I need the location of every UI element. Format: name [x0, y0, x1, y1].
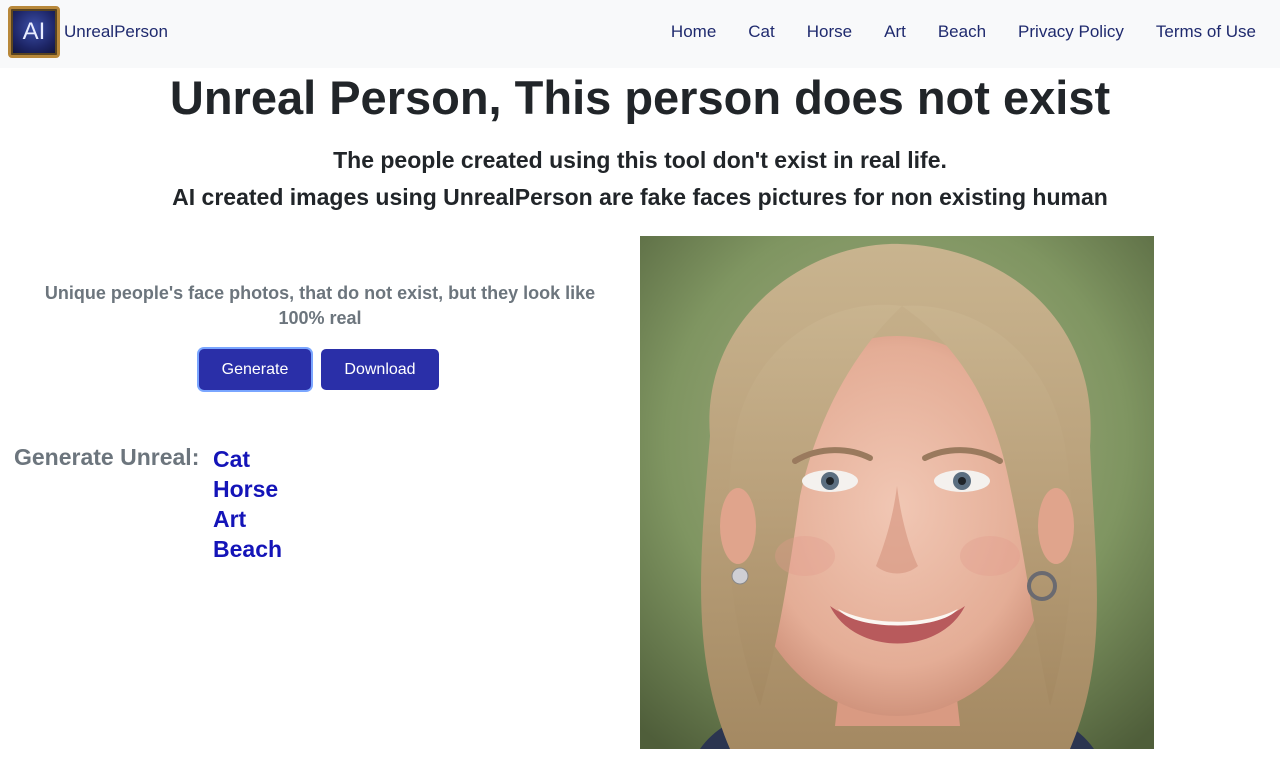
nav-link-privacy-policy[interactable]: Privacy Policy [1002, 22, 1140, 42]
navbar: AI UnrealPerson Home Cat Horse Art Beach… [0, 0, 1280, 68]
face-illustration [640, 236, 1154, 749]
generated-face-image[interactable] [640, 236, 1154, 749]
ai-logo-icon: AI [8, 6, 60, 58]
generate-unreal-links: Cat Horse Art Beach [213, 444, 282, 564]
generate-link-cat[interactable]: Cat [213, 444, 282, 474]
nav-link-art[interactable]: Art [868, 22, 922, 42]
nav-link-beach[interactable]: Beach [922, 22, 1002, 42]
download-button[interactable]: Download [321, 349, 439, 390]
generate-link-art[interactable]: Art [213, 504, 282, 534]
tagline: Unique people's face photos, that do not… [44, 283, 596, 328]
generate-link-beach[interactable]: Beach [213, 534, 282, 564]
nav-link-horse[interactable]: Horse [791, 22, 868, 42]
subtitle-line-2: AI created images using UnrealPerson are… [172, 184, 1108, 210]
nav-link-terms-of-use[interactable]: Terms of Use [1140, 22, 1272, 42]
nav-link-cat[interactable]: Cat [732, 22, 790, 42]
page-title: Unreal Person, This person does not exis… [169, 71, 1111, 124]
brand-name: UnrealPerson [64, 22, 168, 41]
generate-button[interactable]: Generate [199, 349, 311, 390]
generate-link-horse[interactable]: Horse [213, 474, 282, 504]
generate-unreal-label: Generate Unreal: [14, 444, 200, 470]
nav-link-home[interactable]: Home [655, 22, 732, 42]
subtitle-line-1: The people created using this tool don't… [333, 147, 947, 173]
nav-links: Home Cat Horse Art Beach Privacy Policy … [655, 0, 1272, 64]
brand-link[interactable]: AI UnrealPerson [8, 6, 168, 58]
